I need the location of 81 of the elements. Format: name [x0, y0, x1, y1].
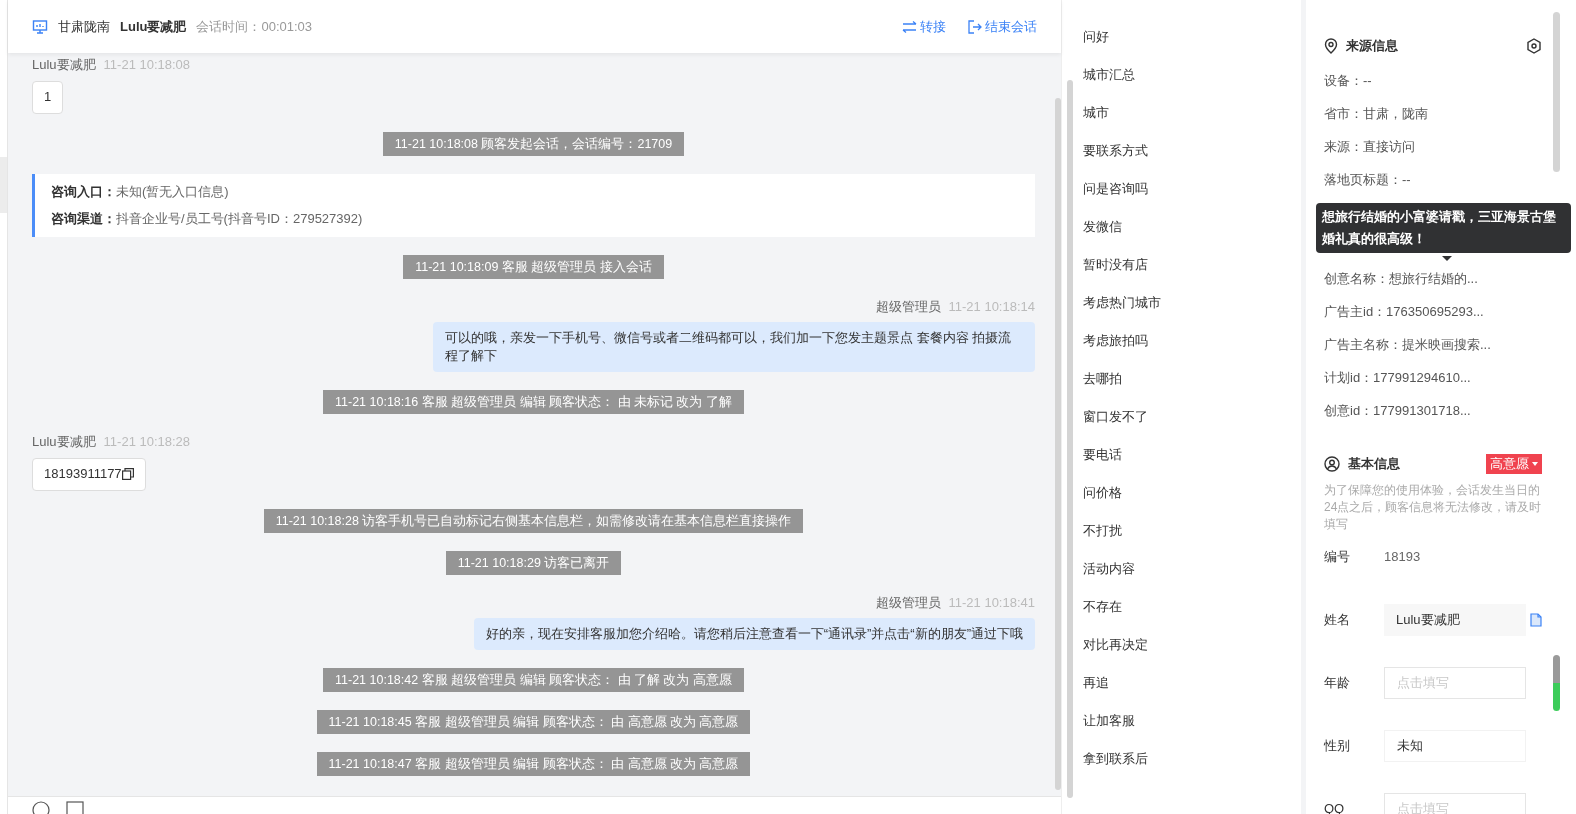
- message-time: 11-21 10:18:28: [103, 433, 191, 451]
- field-label: 年龄: [1324, 673, 1351, 692]
- message-bubble: 好的亲，现在安排客服加您介绍哈。请您稍后注意查看一下“通讯录”并点击“新的朋友”通过下哦: [473, 618, 1035, 650]
- sender-name: 超级管理员: [875, 297, 941, 316]
- field-label: 性别: [1324, 736, 1351, 755]
- swap-icon: [902, 20, 917, 33]
- source-info-row-text: 来源：直接访问: [1324, 138, 1416, 157]
- quick-reply-item[interactable]: 再追: [1073, 664, 1301, 702]
- sender-name: Lulu要减肥: [32, 56, 96, 74]
- source-info-row-text: 省市：甘肃，陇南: [1324, 105, 1429, 124]
- section-title: 基本信息: [1348, 454, 1400, 473]
- message-text: 18193911177: [44, 465, 122, 484]
- sender-name: 超级管理员: [875, 593, 941, 612]
- source-info-row-text: 设备：--: [1324, 72, 1373, 91]
- message-time: 11-21 10:18:14: [948, 297, 1035, 316]
- source-info-row-text: 广告主id：176350695293...: [1324, 303, 1485, 322]
- quick-reply-item[interactable]: 窗口发不了: [1073, 398, 1301, 436]
- scrollbar-thumb[interactable]: [1553, 655, 1560, 711]
- field-label: 编号: [1324, 547, 1351, 566]
- system-notice: 11-21 10:18:28 访客手机号已自动标记右侧基本信息栏，如需修改请在基本信息栏直接操作: [263, 508, 804, 533]
- system-notice: 11-21 10:18:09 客服 超级管理员 接入会话: [403, 254, 664, 279]
- location-pin-icon: [1324, 37, 1338, 54]
- message-time: 11-21 10:18:41: [948, 593, 1035, 612]
- source-info-row-text: 广告主名称：提米映画搜索...: [1324, 336, 1492, 355]
- header-action-button[interactable]: 转接: [902, 16, 946, 37]
- status-tag[interactable]: 高意愿: [1486, 453, 1542, 474]
- quick-reply-item[interactable]: 问好: [1073, 18, 1301, 56]
- sender-name: Lulu要减肥: [32, 433, 96, 451]
- source-info-row-text: 创意id：177991301718...: [1324, 402, 1472, 421]
- entry-info-line: 咨询渠道：抖音企业号/员工号(抖音号ID：279527392): [51, 210, 364, 228]
- system-notice: 11-21 10:18:16 客服 超级管理员 编辑 顾客状态： 由 未标记 改为 了解: [323, 390, 744, 414]
- message-text: 1: [44, 88, 52, 107]
- quick-reply-item[interactable]: 不存在: [1073, 588, 1301, 626]
- quick-reply-item[interactable]: 让加客服: [1073, 702, 1301, 740]
- quick-reply-item[interactable]: 活动内容: [1073, 550, 1301, 588]
- session-duration: 会话时间：00:01:03: [196, 17, 313, 36]
- caret-icon: [1532, 461, 1538, 466]
- quick-reply-item[interactable]: 考虑热门城市: [1073, 284, 1301, 322]
- system-notice: 11-21 10:18:45 客服 超级管理员 编辑 顾客状态： 由 高意愿 改为 高意愿: [316, 710, 751, 734]
- field-label: 姓名: [1324, 610, 1351, 629]
- tooltip: 想旅行结婚的小富婆请戳，三亚海景古堡婚礼真的很高级！: [1316, 202, 1571, 253]
- quick-reply-item[interactable]: 问是咨询吗: [1073, 170, 1301, 208]
- quick-reply-item[interactable]: 城市汇总: [1073, 56, 1301, 94]
- message-bubble: 可以的哦，亲发一下手机号、微信号或者二维码都可以，我们加一下您发主题景点 套餐内容 拍摄流程了解下: [433, 322, 1035, 372]
- quick-reply-item[interactable]: 去哪拍: [1073, 360, 1301, 398]
- quick-reply-item[interactable]: 要联系方式: [1073, 132, 1301, 170]
- header-action-button[interactable]: 结束会话: [968, 16, 1037, 37]
- quick-reply-item[interactable]: 拿到联系后: [1073, 740, 1301, 778]
- system-notice: 11-21 10:18:29 访客已离开: [445, 550, 622, 575]
- customer-location: 甘肃陇南: [58, 17, 110, 36]
- system-notice: 11-21 10:18:42 客服 超级管理员 编辑 顾客状态： 由 了解 改为 高意愿: [323, 668, 744, 692]
- quick-reply-item[interactable]: 考虑旅拍吗: [1073, 322, 1301, 360]
- scrollbar-thumb[interactable]: [1553, 12, 1560, 172]
- field-value: 18193: [1384, 547, 1421, 566]
- entry-info-line: 咨询入口：未知(暂无入口信息): [51, 182, 230, 201]
- quick-reply-item[interactable]: 发微信: [1073, 208, 1301, 246]
- scrollbar-thumb[interactable]: [1067, 80, 1073, 798]
- quick-reply-item[interactable]: 城市: [1073, 94, 1301, 132]
- quick-reply-item[interactable]: 对比再决定: [1073, 626, 1301, 664]
- source-info-row-text: 计划id：177991294610...: [1324, 369, 1472, 388]
- hexagon-settings-icon[interactable]: [1526, 37, 1542, 54]
- message-time: 11-21 10:18:08: [103, 56, 191, 74]
- name-field[interactable]: Lulu要减肥: [1384, 603, 1526, 636]
- section-title: 来源信息: [1346, 37, 1398, 55]
- user-circle-icon: [1324, 455, 1340, 472]
- copy-icon[interactable]: [121, 468, 134, 480]
- logout-icon: [968, 19, 982, 34]
- system-notice: 11-21 10:18:47 客服 超级管理员 编辑 顾客状态： 由 高意愿 改为 高意愿: [316, 752, 751, 776]
- notice-text: 为了保障您的使用体验，会话发生当日的24点之后，顾客信息将无法修改，请及时填写: [1324, 481, 1542, 533]
- source-info-row-text: 创意名称：想旅行结婚的...: [1324, 270, 1479, 289]
- monitor-icon: [32, 18, 48, 35]
- quick-reply-item[interactable]: 暂时没有店: [1073, 246, 1301, 284]
- tooltip-arrow: [1442, 255, 1452, 261]
- gender-select[interactable]: 未知: [1384, 729, 1526, 762]
- quick-reply-item[interactable]: 问价格: [1073, 474, 1301, 512]
- quick-reply-item[interactable]: 不打扰: [1073, 512, 1301, 550]
- scrollbar-thumb[interactable]: [1055, 98, 1061, 790]
- system-notice: 11-21 10:18:08 顾客发起会话，会话编号：21709: [382, 131, 685, 156]
- source-info-row-text: 落地页标题：--: [1324, 171, 1412, 190]
- quick-reply-item[interactable]: 要电话: [1073, 436, 1301, 474]
- customer-name: Lulu要减肥: [120, 17, 187, 36]
